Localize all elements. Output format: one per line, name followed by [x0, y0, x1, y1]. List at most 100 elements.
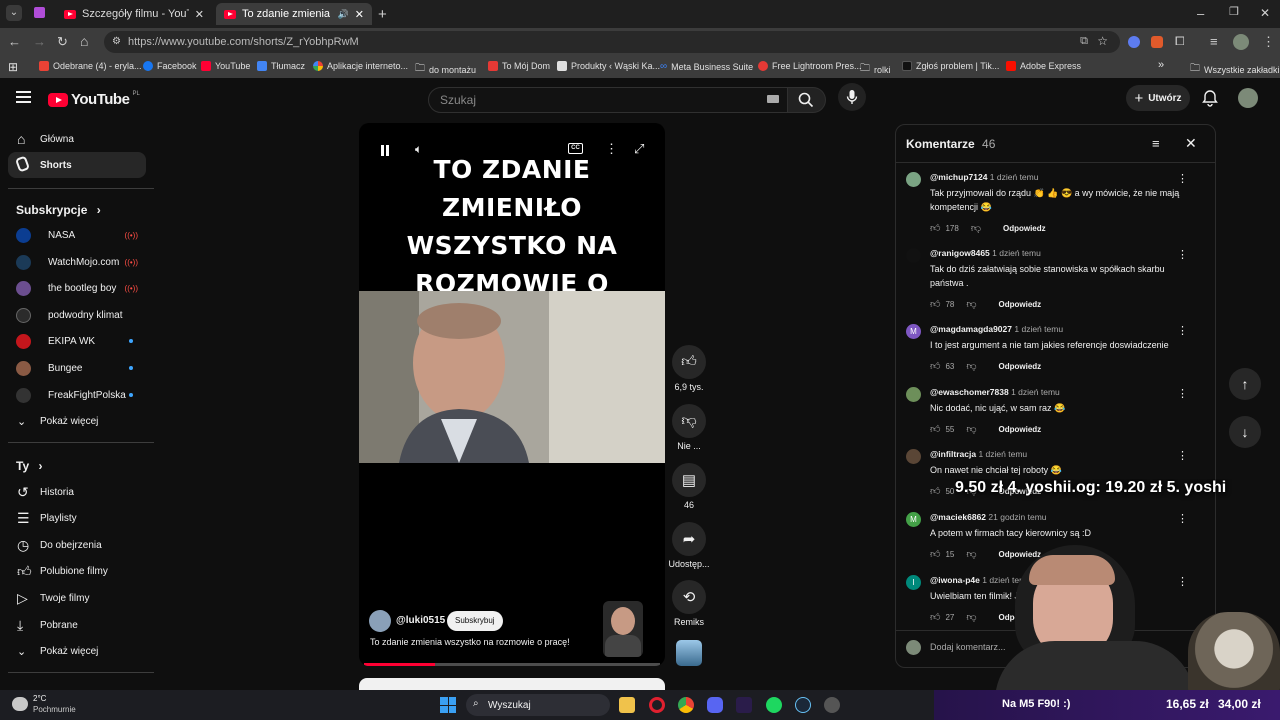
bookmark-facebook[interactable]: Facebook: [143, 61, 197, 71]
thumbs-up-icon[interactable]: 👍︎: [930, 222, 940, 234]
comment-author[interactable]: @michup7124 1 dzień temu: [930, 172, 1038, 182]
bookmark-gmail[interactable]: Odebrane (4) - eryla...: [39, 61, 142, 71]
reply-button[interactable]: Odpowiedz: [999, 425, 1042, 434]
comment-author-name[interactable]: @iwona-p4e: [930, 575, 980, 585]
apps-grid-icon[interactable]: ⊞: [8, 60, 18, 74]
volume-icon[interactable]: 🔈︎: [415, 142, 422, 157]
settings-app-icon[interactable]: [824, 697, 840, 713]
reading-list-icon[interactable]: ≡: [1210, 35, 1218, 48]
comment-time[interactable]: 1 dzień temu: [978, 449, 1027, 459]
thumbs-up-icon[interactable]: 👍︎: [930, 548, 940, 560]
bookmark-adobe-express[interactable]: Adobe Express: [1006, 61, 1081, 71]
comment-more-icon[interactable]: ⋮: [1177, 387, 1188, 400]
new-tab-icon[interactable]: +: [378, 7, 387, 22]
bookmark-translate[interactable]: Tłumacz: [257, 61, 305, 71]
reply-button[interactable]: Odpowiedz: [999, 362, 1042, 371]
thumbs-up-icon[interactable]: 👍︎: [930, 360, 940, 372]
comment-author-name[interactable]: @ranigow8465: [930, 248, 990, 258]
maximize-icon[interactable]: ❐: [1229, 7, 1239, 18]
bookmark-apps[interactable]: Aplikacje interneto...: [313, 61, 408, 71]
video-description[interactable]: To zdanie zmienia wszystko na rozmowie o…: [370, 637, 600, 647]
avatar[interactable]: [906, 449, 921, 464]
bookmark-youtube[interactable]: YouTube: [201, 61, 250, 71]
sidebar-item-sub-podwodny-klimat[interactable]: podwodny klimat: [8, 302, 146, 328]
hamburger-menu-icon[interactable]: [16, 91, 31, 103]
extension-orange-icon[interactable]: [1151, 36, 1163, 48]
app-icon[interactable]: [736, 697, 752, 713]
shorts-player[interactable]: To zdanie zmieniło wszystko na rozmowie …: [359, 123, 665, 666]
tab-youtube-studio[interactable]: Szczegóły filmu - YouTube Studio ✕: [56, 3, 212, 25]
bookmark-meta[interactable]: ∞ Meta Business Suite: [660, 61, 753, 72]
profile-avatar[interactable]: [1233, 34, 1249, 50]
comment-time[interactable]: 1 dzień temu: [1011, 387, 1060, 397]
bookmark-folder-rolki[interactable]: 🗀 rolki: [860, 61, 891, 78]
bookmark-star-icon[interactable]: ☆: [1097, 34, 1108, 48]
taskbar-search[interactable]: ⌕ Wyszukaj: [466, 694, 610, 716]
forward-icon[interactable]: →: [33, 35, 46, 48]
weather-cloud-icon[interactable]: [12, 697, 28, 711]
search-input[interactable]: Szukaj: [428, 87, 788, 113]
thumbs-down-icon[interactable]: 👎︎: [966, 360, 976, 372]
back-icon[interactable]: ←: [8, 35, 21, 48]
comment-time[interactable]: 1 dzień temu: [990, 172, 1039, 182]
all-bookmarks[interactable]: 🗀 Wszystkie zakładki: [1190, 61, 1280, 78]
spotify-icon[interactable]: [766, 697, 782, 713]
thumbs-down-icon[interactable]: 👎︎: [966, 298, 976, 310]
file-explorer-icon[interactable]: [619, 697, 635, 713]
dislike-button[interactable]: 👎︎: [672, 404, 706, 438]
steam-icon[interactable]: [795, 697, 811, 713]
comment-more-icon[interactable]: ⋮: [1177, 512, 1188, 525]
avatar[interactable]: I: [906, 575, 921, 590]
search-button[interactable]: [788, 87, 826, 113]
channel-name[interactable]: @luki0515: [396, 615, 445, 626]
close-tab-icon[interactable]: ✕: [195, 8, 204, 21]
sidebar-item-home[interactable]: ⌂ Główna: [8, 126, 146, 152]
bookmark-folder-montage[interactable]: 🗀 do montażu: [415, 61, 476, 78]
more-options-icon[interactable]: ⋮: [605, 141, 618, 157]
sidebar-item-history[interactable]: ↺ Historia: [8, 479, 146, 505]
opera-icon[interactable]: [649, 697, 665, 713]
sidebar-item-sub-bungee[interactable]: Bungee: [8, 355, 146, 381]
sidebar-item-downloads[interactable]: ⤓ Pobrane: [8, 612, 146, 638]
avatar[interactable]: M: [906, 512, 921, 527]
sidebar-item-sub-freakfight[interactable]: FreakFightPolska: [8, 382, 146, 408]
pause-icon[interactable]: [381, 145, 389, 156]
thumbs-up-icon[interactable]: 👍︎: [930, 485, 940, 497]
more-bookmarks-icon[interactable]: »: [1158, 59, 1164, 71]
minimize-icon[interactable]: –: [1197, 7, 1204, 20]
thumbs-down-icon[interactable]: 👎︎: [966, 423, 976, 435]
bookmark-lightroom[interactable]: Free Lightroom Pres...: [758, 61, 862, 71]
next-short-button[interactable]: ↓: [1229, 416, 1261, 448]
sidebar-item-your-videos[interactable]: ▷ Twoje filmy: [8, 585, 146, 611]
reply-button[interactable]: Odpowiedz: [1003, 224, 1046, 233]
close-window-icon[interactable]: ✕: [1260, 7, 1270, 19]
you-header[interactable]: Ty ›: [16, 459, 42, 473]
comment-more-icon[interactable]: ⋮: [1177, 248, 1188, 261]
comment-time[interactable]: 21 godzin temu: [988, 512, 1046, 522]
voice-search-button[interactable]: [838, 83, 866, 111]
keyboard-icon[interactable]: [767, 95, 779, 103]
comment-author[interactable]: @maciek6862 21 godzin temu: [930, 512, 1047, 522]
comment-author-name[interactable]: @maciek6862: [930, 512, 986, 522]
channel-avatar[interactable]: [369, 610, 391, 632]
comment-more-icon[interactable]: ⋮: [1177, 449, 1188, 462]
windows-start-icon[interactable]: [440, 697, 456, 713]
comment-author[interactable]: @magdamagda9027 1 dzień temu: [930, 324, 1063, 334]
reload-icon[interactable]: ↻: [57, 35, 68, 48]
tab-search-icon[interactable]: ⌄: [6, 5, 22, 21]
share-button[interactable]: ➦: [672, 522, 706, 556]
close-icon[interactable]: ✕: [1185, 135, 1197, 152]
progress-bar[interactable]: [364, 663, 660, 666]
tab-current-short[interactable]: To zdanie zmienia wszystko 🔊 ✕: [216, 3, 372, 25]
sort-icon[interactable]: ≡: [1152, 136, 1160, 151]
thumbs-down-icon[interactable]: 👎︎: [966, 548, 976, 560]
reply-button[interactable]: Odpowiedz: [999, 300, 1042, 309]
bookmark-tiktok[interactable]: Zgłoś problem | Tik...: [902, 61, 999, 71]
comment-author[interactable]: @ewaschomer7838 1 dzień temu: [930, 387, 1060, 397]
sidebar-item-watch-later[interactable]: ◷ Do obejrzenia: [8, 532, 146, 558]
create-button[interactable]: + Utwórz: [1126, 85, 1190, 111]
thumbs-up-icon[interactable]: 👍︎: [930, 611, 940, 623]
comment-author-name[interactable]: @magdamagda9027: [930, 324, 1012, 334]
subscriptions-header[interactable]: Subskrypcje ›: [16, 203, 101, 217]
sidebar-item-show-more-you[interactable]: ⌄ Pokaż więcej: [8, 638, 146, 664]
